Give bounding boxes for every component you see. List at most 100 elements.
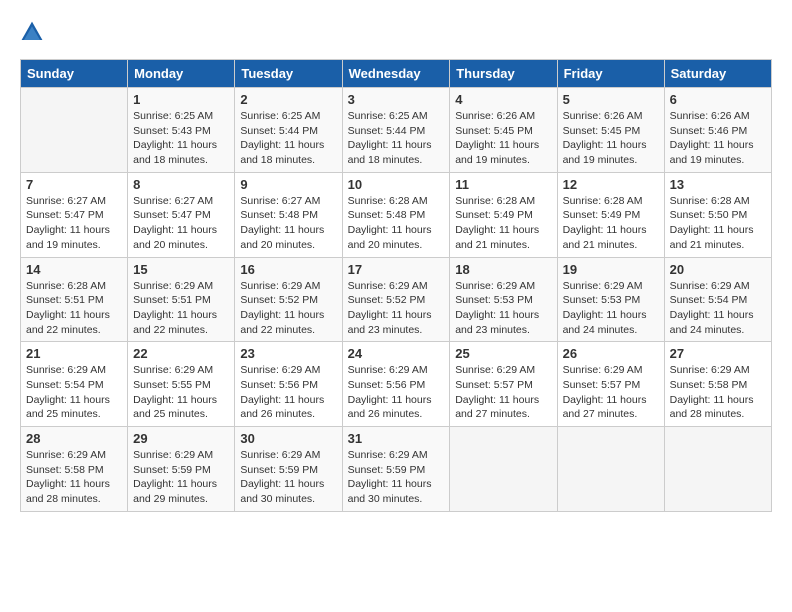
day-detail: Sunrise: 6:29 AMSunset: 5:56 PMDaylight:… <box>240 363 336 422</box>
day-number: 30 <box>240 431 336 446</box>
day-cell: 7 Sunrise: 6:27 AMSunset: 5:47 PMDaylight… <box>21 172 128 257</box>
day-detail: Sunrise: 6:29 AMSunset: 5:52 PMDaylight:… <box>348 279 445 338</box>
day-number: 31 <box>348 431 445 446</box>
day-number: 13 <box>670 177 766 192</box>
day-number: 11 <box>455 177 551 192</box>
day-number: 8 <box>133 177 229 192</box>
day-cell: 23 Sunrise: 6:29 AMSunset: 5:56 PMDayligh… <box>235 342 342 427</box>
day-cell: 22 Sunrise: 6:29 AMSunset: 5:55 PMDayligh… <box>128 342 235 427</box>
day-cell: 5Sunrise: 6:26 AMSunset: 5:45 PMDaylight… <box>557 88 664 173</box>
day-number: 25 <box>455 346 551 361</box>
col-header-sunday: Sunday <box>21 60 128 88</box>
page-header <box>20 20 772 49</box>
day-detail: Sunrise: 6:29 AMSunset: 5:57 PMDaylight:… <box>455 363 551 422</box>
day-cell <box>21 88 128 173</box>
week-row-1: 1Sunrise: 6:25 AMSunset: 5:43 PMDaylight… <box>21 88 772 173</box>
day-detail: Sunrise: 6:29 AMSunset: 5:53 PMDaylight:… <box>563 279 659 338</box>
day-detail: Sunrise: 6:29 AMSunset: 5:52 PMDaylight:… <box>240 279 336 338</box>
day-detail: Sunrise: 6:29 AMSunset: 5:53 PMDaylight:… <box>455 279 551 338</box>
day-detail: Sunrise: 6:27 AMSunset: 5:47 PMDaylight:… <box>26 194 122 253</box>
day-cell: 10 Sunrise: 6:28 AMSunset: 5:48 PMDayligh… <box>342 172 450 257</box>
day-detail: Sunrise: 6:26 AMSunset: 5:45 PMDaylight:… <box>563 109 659 168</box>
calendar-table: SundayMondayTuesdayWednesdayThursdayFrid… <box>20 59 772 512</box>
day-cell: 1Sunrise: 6:25 AMSunset: 5:43 PMDaylight… <box>128 88 235 173</box>
day-number: 27 <box>670 346 766 361</box>
col-header-tuesday: Tuesday <box>235 60 342 88</box>
day-number: 29 <box>133 431 229 446</box>
day-cell: 11 Sunrise: 6:28 AMSunset: 5:49 PMDayligh… <box>450 172 557 257</box>
day-cell: 15 Sunrise: 6:29 AMSunset: 5:51 PMDayligh… <box>128 257 235 342</box>
week-row-3: 14 Sunrise: 6:28 AMSunset: 5:51 PMDayligh… <box>21 257 772 342</box>
day-number: 1 <box>133 92 229 107</box>
day-cell: 8 Sunrise: 6:27 AMSunset: 5:47 PMDaylight… <box>128 172 235 257</box>
day-detail: Sunrise: 6:29 AMSunset: 5:56 PMDaylight:… <box>348 363 445 422</box>
day-cell: 4Sunrise: 6:26 AMSunset: 5:45 PMDaylight… <box>450 88 557 173</box>
col-header-thursday: Thursday <box>450 60 557 88</box>
col-header-friday: Friday <box>557 60 664 88</box>
day-detail: Sunrise: 6:26 AMSunset: 5:46 PMDaylight:… <box>670 109 766 168</box>
day-detail: Sunrise: 6:29 AMSunset: 5:54 PMDaylight:… <box>26 363 122 422</box>
day-number: 4 <box>455 92 551 107</box>
day-cell: 2 Sunrise: 6:25 AMSunset: 5:44 PMDaylight… <box>235 88 342 173</box>
day-cell: 3 Sunrise: 6:25 AMSunset: 5:44 PMDaylight… <box>342 88 450 173</box>
day-number: 22 <box>133 346 229 361</box>
day-cell: 13 Sunrise: 6:28 AMSunset: 5:50 PMDayligh… <box>664 172 771 257</box>
day-cell: 31Sunrise: 6:29 AMSunset: 5:59 PMDayligh… <box>342 427 450 512</box>
day-cell: 17 Sunrise: 6:29 AMSunset: 5:52 PMDayligh… <box>342 257 450 342</box>
day-cell: 28Sunrise: 6:29 AMSunset: 5:58 PMDayligh… <box>21 427 128 512</box>
day-number: 26 <box>563 346 659 361</box>
day-cell: 24 Sunrise: 6:29 AMSunset: 5:56 PMDayligh… <box>342 342 450 427</box>
logo-icon <box>20 20 44 44</box>
day-number: 24 <box>348 346 445 361</box>
col-header-saturday: Saturday <box>664 60 771 88</box>
day-number: 20 <box>670 262 766 277</box>
day-number: 14 <box>26 262 122 277</box>
day-number: 15 <box>133 262 229 277</box>
day-number: 6 <box>670 92 766 107</box>
day-cell: 9 Sunrise: 6:27 AMSunset: 5:48 PMDaylight… <box>235 172 342 257</box>
day-number: 3 <box>348 92 445 107</box>
day-detail: Sunrise: 6:29 AMSunset: 5:57 PMDaylight:… <box>563 363 659 422</box>
day-detail: Sunrise: 6:29 AMSunset: 5:58 PMDaylight:… <box>670 363 766 422</box>
day-cell: 20Sunrise: 6:29 AMSunset: 5:54 PMDayligh… <box>664 257 771 342</box>
day-number: 21 <box>26 346 122 361</box>
day-detail: Sunrise: 6:29 AMSunset: 5:51 PMDaylight:… <box>133 279 229 338</box>
week-row-5: 28Sunrise: 6:29 AMSunset: 5:58 PMDayligh… <box>21 427 772 512</box>
day-detail: Sunrise: 6:29 AMSunset: 5:59 PMDaylight:… <box>240 448 336 507</box>
day-cell <box>664 427 771 512</box>
week-row-2: 7 Sunrise: 6:27 AMSunset: 5:47 PMDaylight… <box>21 172 772 257</box>
day-cell: 18Sunrise: 6:29 AMSunset: 5:53 PMDayligh… <box>450 257 557 342</box>
day-detail: Sunrise: 6:25 AMSunset: 5:44 PMDaylight:… <box>240 109 336 168</box>
col-header-wednesday: Wednesday <box>342 60 450 88</box>
day-number: 7 <box>26 177 122 192</box>
day-detail: Sunrise: 6:28 AMSunset: 5:49 PMDaylight:… <box>455 194 551 253</box>
day-number: 17 <box>348 262 445 277</box>
col-header-monday: Monday <box>128 60 235 88</box>
day-detail: Sunrise: 6:28 AMSunset: 5:49 PMDaylight:… <box>563 194 659 253</box>
day-cell: 30 Sunrise: 6:29 AMSunset: 5:59 PMDayligh… <box>235 427 342 512</box>
day-cell: 6 Sunrise: 6:26 AMSunset: 5:46 PMDaylight… <box>664 88 771 173</box>
day-cell <box>557 427 664 512</box>
day-number: 2 <box>240 92 336 107</box>
day-detail: Sunrise: 6:25 AMSunset: 5:44 PMDaylight:… <box>348 109 445 168</box>
day-cell <box>450 427 557 512</box>
day-detail: Sunrise: 6:29 AMSunset: 5:59 PMDaylight:… <box>133 448 229 507</box>
day-number: 9 <box>240 177 336 192</box>
day-cell: 16 Sunrise: 6:29 AMSunset: 5:52 PMDayligh… <box>235 257 342 342</box>
day-number: 16 <box>240 262 336 277</box>
day-cell: 25 Sunrise: 6:29 AMSunset: 5:57 PMDayligh… <box>450 342 557 427</box>
day-cell: 19Sunrise: 6:29 AMSunset: 5:53 PMDayligh… <box>557 257 664 342</box>
day-detail: Sunrise: 6:28 AMSunset: 5:50 PMDaylight:… <box>670 194 766 253</box>
day-number: 10 <box>348 177 445 192</box>
day-number: 23 <box>240 346 336 361</box>
day-detail: Sunrise: 6:27 AMSunset: 5:48 PMDaylight:… <box>240 194 336 253</box>
day-detail: Sunrise: 6:29 AMSunset: 5:55 PMDaylight:… <box>133 363 229 422</box>
day-detail: Sunrise: 6:27 AMSunset: 5:47 PMDaylight:… <box>133 194 229 253</box>
logo <box>20 20 48 49</box>
day-detail: Sunrise: 6:28 AMSunset: 5:51 PMDaylight:… <box>26 279 122 338</box>
day-cell: 27 Sunrise: 6:29 AMSunset: 5:58 PMDayligh… <box>664 342 771 427</box>
day-number: 12 <box>563 177 659 192</box>
day-cell: 21 Sunrise: 6:29 AMSunset: 5:54 PMDayligh… <box>21 342 128 427</box>
day-cell: 26 Sunrise: 6:29 AMSunset: 5:57 PMDayligh… <box>557 342 664 427</box>
day-detail: Sunrise: 6:28 AMSunset: 5:48 PMDaylight:… <box>348 194 445 253</box>
